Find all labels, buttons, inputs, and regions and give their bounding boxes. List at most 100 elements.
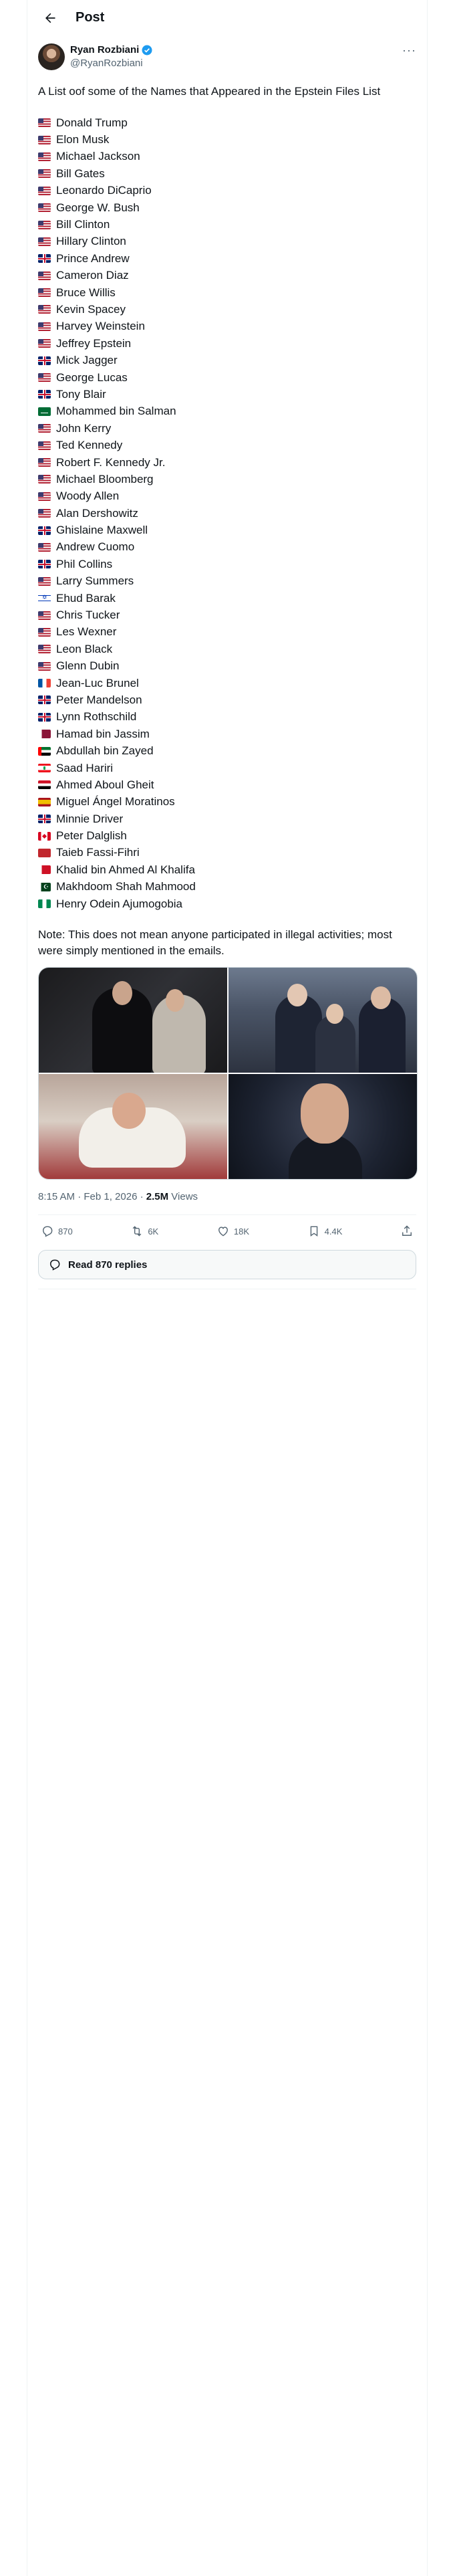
tweet: Ryan Rozbiani @RyanRozbiani ··· A List o… [27, 35, 427, 1290]
media-photo-3[interactable] [39, 1074, 227, 1180]
us-flag-icon [38, 186, 51, 195]
list-item: Phil Collins [38, 556, 416, 572]
list-item: Prince Andrew [38, 250, 416, 267]
list-item-name: Alan Dershowitz [56, 506, 138, 520]
list-item-name: Harvey Weinstein [56, 320, 145, 333]
tweet-timestamp[interactable]: 8:15 AM · Feb 1, 2026 · [38, 1191, 146, 1202]
list-item-name: Tony Blair [56, 387, 106, 401]
list-item-name: Ahmed Aboul Gheit [56, 778, 154, 791]
list-item: Robert F. Kennedy Jr. [38, 454, 416, 471]
us-flag-icon [38, 203, 51, 213]
list-item: Miguel Ángel Moratinos [38, 794, 416, 811]
author-row: Ryan Rozbiani @RyanRozbiani ··· [38, 43, 416, 76]
list-item: Michael Bloomberg [38, 471, 416, 488]
us-flag-icon [38, 339, 51, 348]
list-item-name: Cameron Diaz [56, 269, 129, 282]
reply-count: 870 [58, 1226, 73, 1237]
author-name-line[interactable]: Ryan Rozbiani [70, 43, 153, 57]
share-button[interactable] [400, 1224, 414, 1238]
uk-flag-icon [38, 356, 51, 365]
list-item: George W. Bush [38, 199, 416, 216]
read-replies-button[interactable]: Read 870 replies [38, 1250, 416, 1280]
list-item-name: Abdullah bin Zayed [56, 744, 154, 758]
replies-icon [49, 1259, 60, 1271]
list-item: Andrew Cuomo [38, 539, 416, 556]
list-item: Lynn Rothschild [38, 709, 416, 726]
list-item-name: Bill Gates [56, 167, 105, 180]
list-item-name: Miguel Ángel Moratinos [56, 795, 175, 809]
list-item-name: Ghislaine Maxwell [56, 524, 148, 537]
list-item-name: John Kerry [56, 421, 112, 435]
author-name[interactable]: Ryan Rozbiani [70, 43, 139, 57]
action-bar: 870 6K 18K 4.4K [38, 1215, 416, 1247]
list-item-name: Jeffrey Epstein [56, 336, 132, 350]
list-item-name: Taieb Fassi-Fihri [56, 846, 140, 859]
uk-flag-icon [38, 712, 51, 722]
us-flag-icon [38, 322, 51, 331]
list-item: Harvey Weinstein [38, 318, 416, 335]
ae-flag-icon [38, 746, 51, 756]
page-title: Post [76, 10, 105, 25]
reply-button[interactable]: 870 [41, 1224, 73, 1238]
tweet-meta: 8:15 AM · Feb 1, 2026 · 2.5M Views [38, 1190, 416, 1204]
repost-icon [132, 1226, 142, 1237]
media-photo-2[interactable] [229, 968, 417, 1073]
list-item: Larry Summers [38, 573, 416, 590]
us-flag-icon [38, 118, 51, 128]
avatar[interactable] [38, 43, 65, 70]
list-item-name: Bruce Willis [56, 286, 116, 299]
qa-flag-icon [38, 730, 51, 739]
us-flag-icon [38, 220, 51, 229]
list-item-name: Kevin Spacey [56, 302, 126, 316]
post-header: Post [27, 0, 427, 35]
list-item-name: Lynn Rothschild [56, 710, 137, 724]
list-item-name: Khalid bin Ahmed Al Khalifa [56, 863, 195, 876]
list-item-name: Mohammed bin Salman [56, 405, 176, 418]
like-button[interactable]: 18K [216, 1224, 249, 1238]
list-item: Peter Dalglish [38, 827, 416, 844]
list-item: Mick Jagger [38, 352, 416, 368]
share-icon [402, 1225, 412, 1237]
more-options-icon[interactable]: ··· [402, 43, 416, 57]
list-item: Mohammed bin Salman [38, 403, 416, 420]
views-count: 2.5M [146, 1191, 169, 1203]
list-item-name: Bill Clinton [56, 218, 110, 231]
repost-button[interactable]: 6K [130, 1224, 158, 1238]
media-photo-1[interactable] [39, 968, 227, 1073]
bookmark-count: 4.4K [324, 1226, 343, 1237]
media-photo-4[interactable] [229, 1074, 417, 1180]
list-item: Bruce Willis [38, 284, 416, 301]
lb-flag-icon [38, 764, 51, 773]
uk-flag-icon [38, 695, 51, 705]
list-item: Khalid bin Ahmed Al Khalifa [38, 861, 416, 878]
us-flag-icon [38, 441, 51, 450]
us-flag-icon [38, 458, 51, 467]
list-item-name: Hillary Clinton [56, 235, 126, 248]
list-item: Minnie Driver [38, 811, 416, 827]
il-flag-icon [38, 594, 51, 603]
list-item: Elon Musk [38, 131, 416, 148]
list-item: Ghislaine Maxwell [38, 522, 416, 538]
list-item: Cameron Diaz [38, 267, 416, 284]
list-item-name: Jean-Luc Brunel [56, 676, 139, 689]
heart-icon [218, 1226, 228, 1237]
list-item-name: Robert F. Kennedy Jr. [56, 455, 166, 469]
list-item: Bill Gates [38, 165, 416, 182]
bookmark-button[interactable]: 4.4K [307, 1224, 343, 1238]
us-flag-icon [38, 305, 51, 314]
list-item: Abdullah bin Zayed [38, 742, 416, 759]
list-item: Alan Dershowitz [38, 505, 416, 522]
es-flag-icon [38, 797, 51, 807]
us-flag-icon [38, 509, 51, 518]
us-flag-icon [38, 661, 51, 671]
list-item: Ehud Barak [38, 590, 416, 607]
us-flag-icon [38, 627, 51, 637]
author-handle[interactable]: @RyanRozbiani [70, 57, 153, 70]
uk-flag-icon [38, 254, 51, 263]
photo-face [112, 1093, 146, 1130]
back-button[interactable] [38, 6, 62, 30]
list-item-name: Ehud Barak [56, 591, 116, 605]
list-item: Saad Hariri [38, 760, 416, 776]
list-item: Les Wexner [38, 624, 416, 641]
list-item: Bill Clinton [38, 216, 416, 233]
